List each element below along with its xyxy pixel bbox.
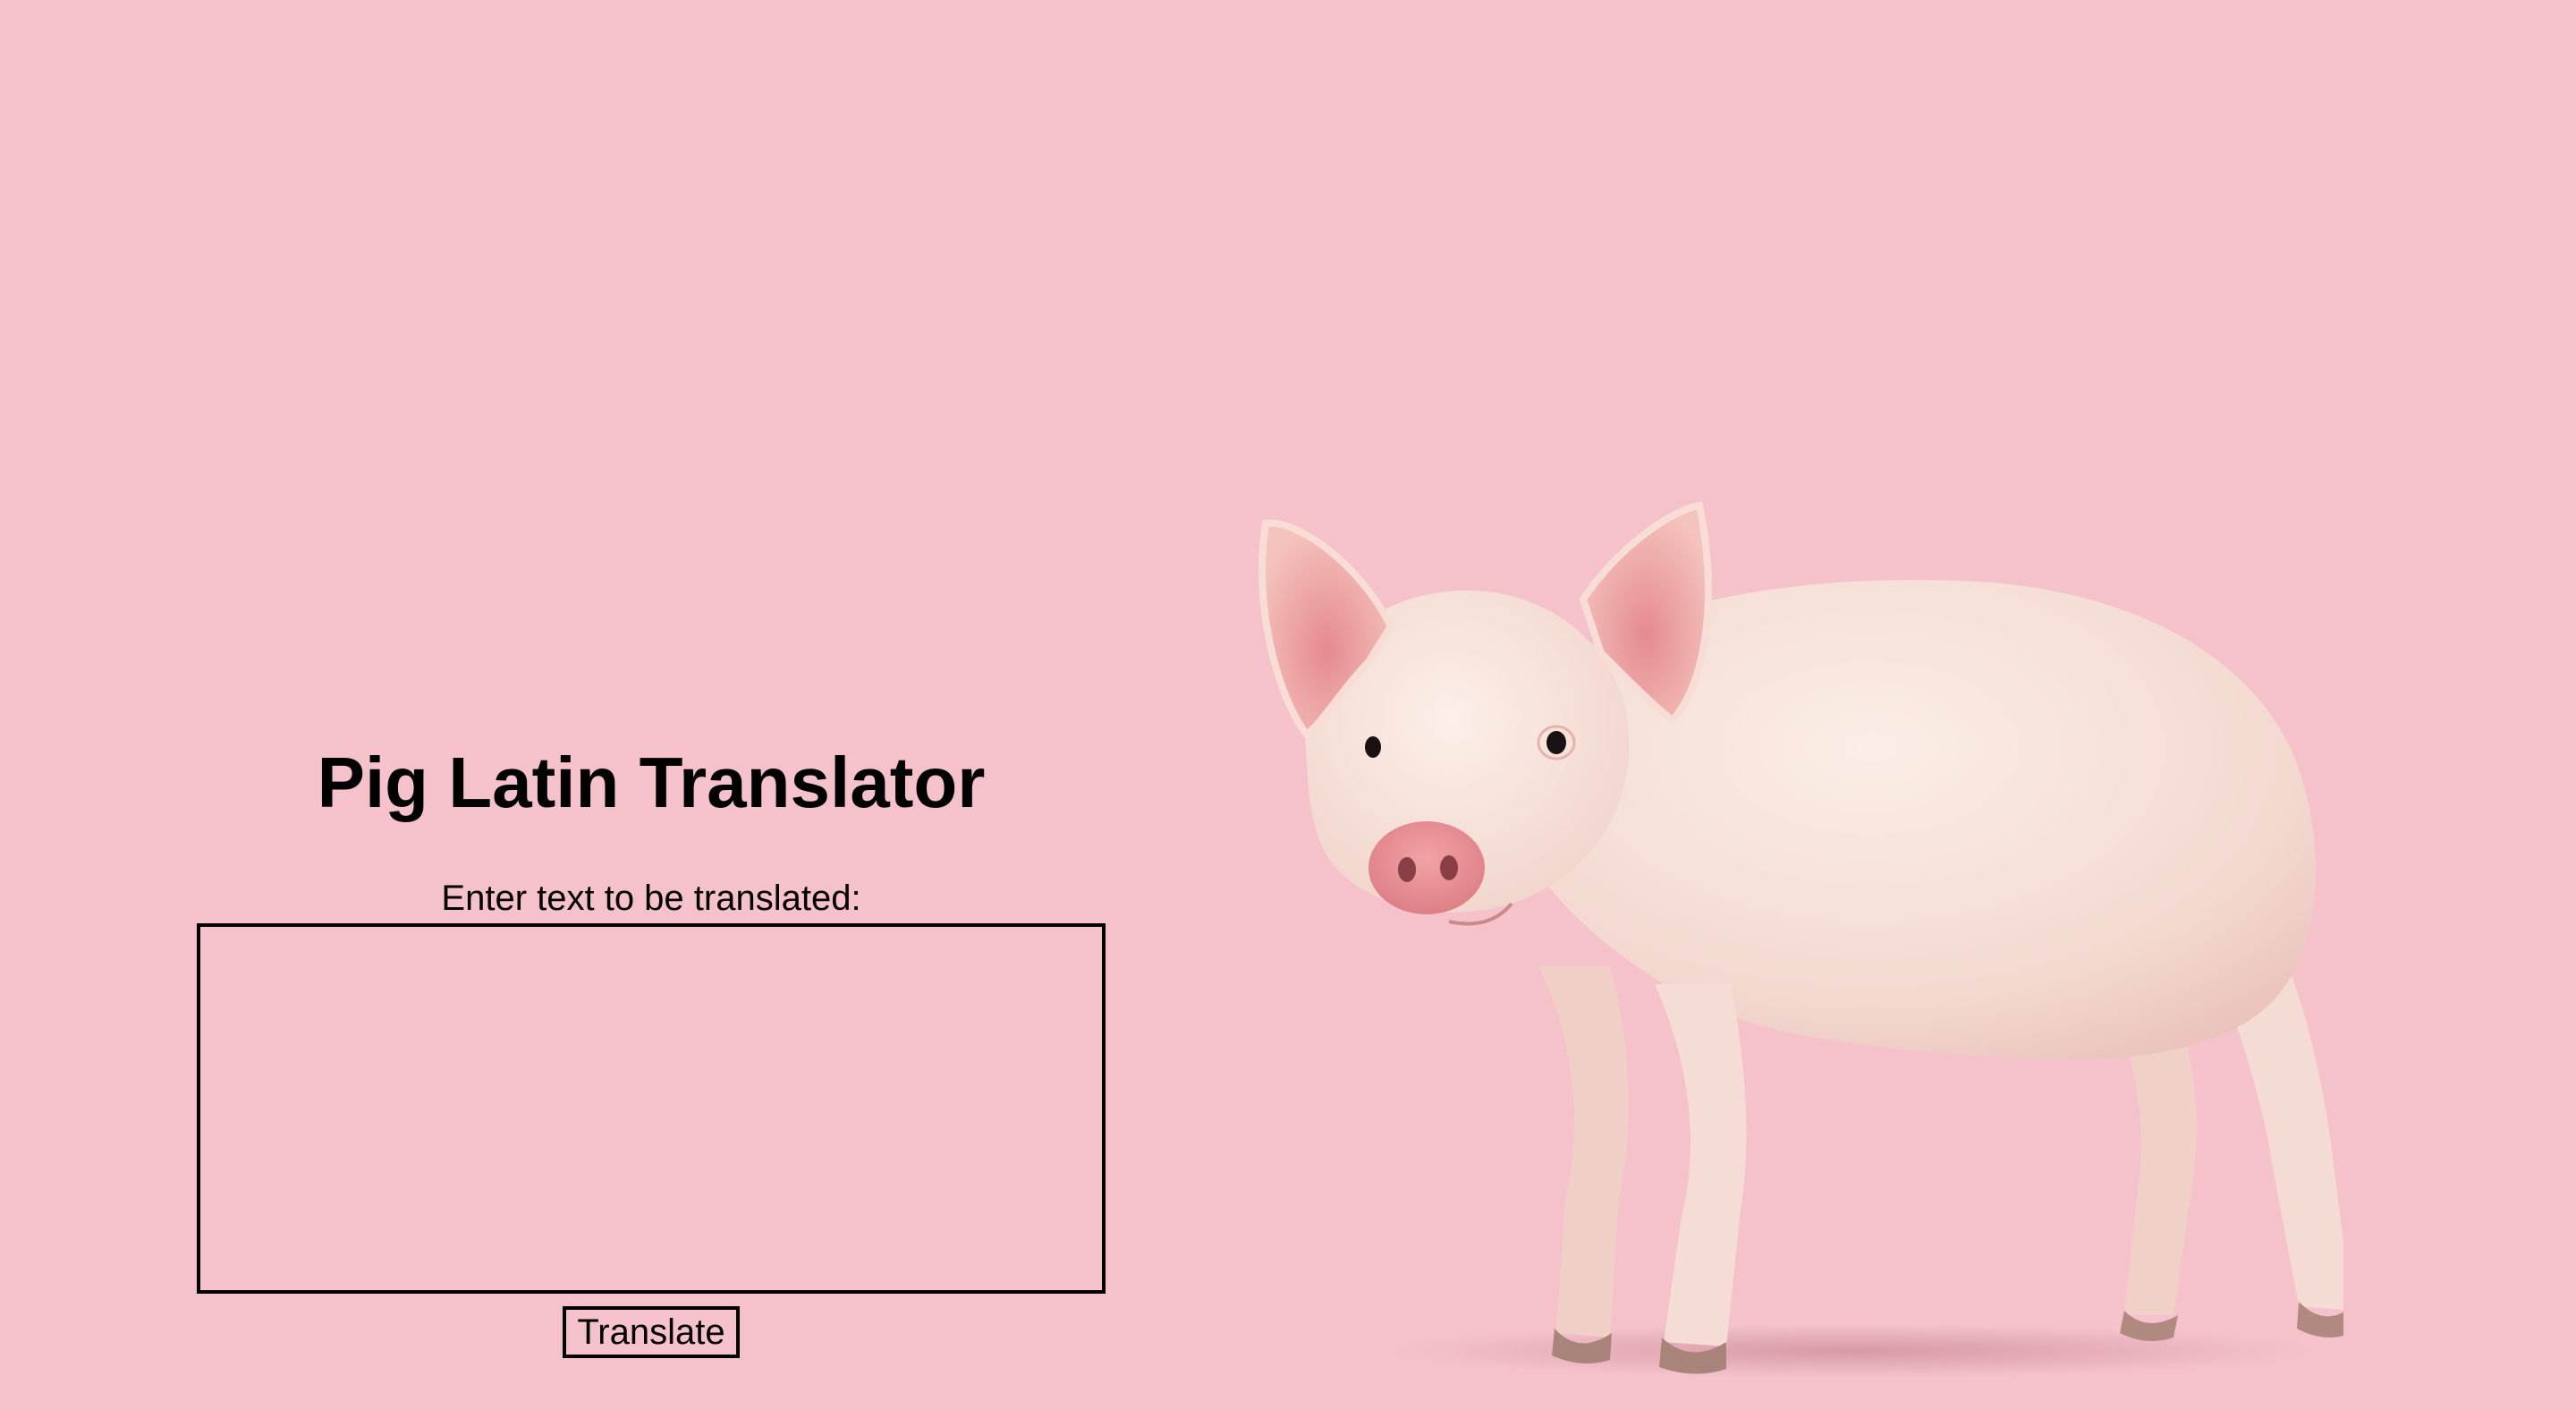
- page: Pig Latin Translator Enter text to be tr…: [0, 0, 2576, 1410]
- page-title: Pig Latin Translator: [317, 743, 986, 822]
- input-label: Enter text to be translated:: [441, 879, 861, 918]
- translate-button[interactable]: Translate: [563, 1306, 740, 1358]
- text-input[interactable]: [197, 923, 1106, 1294]
- pig-icon: [1258, 501, 2343, 1378]
- translator-panel: Pig Latin Translator Enter text to be tr…: [197, 734, 1106, 1358]
- pig-illustration: [1243, 483, 2343, 1387]
